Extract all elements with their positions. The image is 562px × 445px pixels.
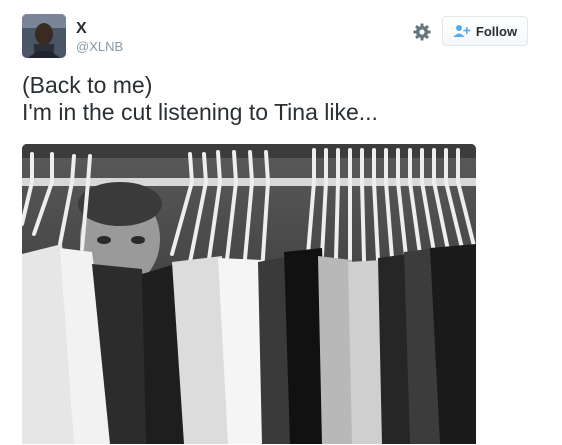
add-user-icon (453, 25, 471, 37)
user-handle[interactable]: @XLNB (76, 40, 123, 54)
tweet-line: (Back to me) (22, 72, 153, 98)
gear-icon[interactable] (412, 22, 432, 42)
tweet-line: I'm in the cut listening to Tina like... (22, 99, 378, 125)
tweet-photo[interactable] (22, 144, 476, 444)
follow-label: Follow (475, 23, 518, 39)
tweet-text: (Back to me) I'm in the cut listening to… (22, 72, 378, 126)
display-name[interactable]: X (76, 20, 87, 38)
follow-button[interactable]: Follow (442, 16, 528, 46)
avatar-image (22, 14, 66, 58)
closet-image (22, 144, 476, 444)
avatar[interactable] (22, 14, 66, 58)
